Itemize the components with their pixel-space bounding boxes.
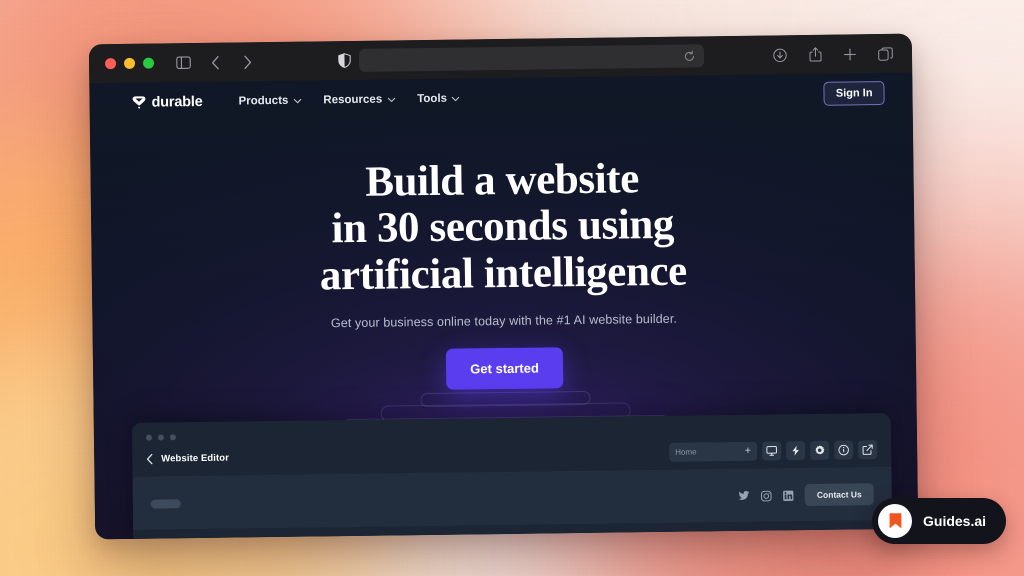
chevron-down-icon: [452, 96, 460, 101]
bookmark-icon: [878, 504, 912, 538]
hero-section: Build a website in 30 seconds using arti…: [90, 113, 917, 414]
tab-overview-icon[interactable]: [874, 42, 896, 64]
info-icon[interactable]: [834, 439, 854, 460]
hero-headline-line-1: Build a website: [365, 155, 640, 206]
address-bar-area: [286, 44, 755, 73]
reader-shield-icon[interactable]: [337, 53, 351, 68]
nav-item-resources[interactable]: Resources: [323, 93, 395, 106]
lightning-icon[interactable]: [786, 440, 806, 460]
nav-item-products-label: Products: [238, 94, 289, 108]
traffic-lights: [104, 57, 155, 70]
brand-name: durable: [151, 93, 203, 111]
chrome-navigation: [204, 51, 258, 74]
nav-links: Products Resources Tools: [238, 92, 460, 108]
browser-window: durable Products Resources Tools Sign In…: [88, 33, 919, 540]
editor-preview-footer: Contact Us: [132, 467, 893, 530]
share-icon[interactable]: [804, 43, 826, 65]
get-started-button[interactable]: Get started: [445, 347, 564, 391]
address-input[interactable]: [358, 44, 704, 72]
editor-dot: [169, 434, 176, 441]
chrome-left-icons: [172, 52, 194, 74]
website-editor-panel: Website Editor Home + Contact Us: [131, 412, 893, 540]
nav-item-tools[interactable]: Tools: [417, 92, 460, 106]
editor-dot: [157, 434, 164, 441]
brand-logo[interactable]: durable: [131, 93, 203, 111]
reload-icon[interactable]: [683, 50, 694, 62]
minimize-button[interactable]: [123, 57, 136, 69]
gear-icon[interactable]: [810, 440, 830, 460]
website-content: durable Products Resources Tools Sign In…: [89, 72, 919, 540]
nav-item-tools-label: Tools: [417, 92, 448, 106]
chevron-right-icon[interactable]: [236, 51, 258, 73]
page-select[interactable]: Home +: [669, 441, 758, 462]
chevron-left-icon: [146, 453, 153, 464]
hero-headline-line-2: in 30 seconds using: [331, 201, 675, 253]
contact-us-button[interactable]: Contact Us: [804, 483, 874, 507]
editor-dot: [145, 434, 152, 441]
editor-back-button[interactable]: Website Editor: [146, 452, 229, 464]
maximize-button[interactable]: [142, 57, 155, 69]
sidebar-toggle-icon[interactable]: [172, 52, 194, 74]
chevron-down-icon: [387, 97, 395, 102]
guides-ai-label: Guides.ai: [923, 513, 987, 529]
twitter-icon[interactable]: [738, 491, 750, 501]
nav-item-products[interactable]: Products: [238, 94, 302, 108]
new-tab-icon[interactable]: [839, 43, 861, 65]
hero-headline: Build a website in 30 seconds using arti…: [90, 153, 915, 303]
gem-icon: [131, 96, 146, 110]
close-button[interactable]: [104, 58, 117, 70]
guides-ai-badge[interactable]: Guides.ai: [872, 498, 1007, 544]
hero-headline-line-3: artificial intelligence: [319, 247, 688, 300]
chrome-right-icons: [769, 42, 896, 66]
editor-tool-group: Home +: [669, 439, 878, 462]
browser-frame: durable Products Resources Tools Sign In…: [88, 33, 919, 540]
plus-icon[interactable]: +: [745, 444, 752, 456]
page-select-value: Home: [675, 446, 697, 457]
placeholder-pill: [150, 498, 181, 509]
instagram-icon[interactable]: [761, 490, 772, 501]
external-link-icon[interactable]: [858, 439, 878, 459]
editor-title: Website Editor: [161, 452, 230, 464]
linkedin-icon[interactable]: [783, 490, 794, 501]
chevron-left-icon[interactable]: [204, 51, 226, 73]
desktop-preview-icon[interactable]: [762, 440, 782, 461]
address-value: [368, 56, 684, 60]
download-icon[interactable]: [769, 44, 791, 66]
editor-footer-right: Contact Us: [738, 483, 874, 507]
hero-subtitle: Get your business online today with the …: [330, 312, 678, 331]
hero-cta-area: Get started: [93, 343, 917, 414]
sign-in-button[interactable]: Sign In: [823, 80, 885, 106]
nav-item-resources-label: Resources: [323, 93, 383, 107]
chevron-down-icon: [293, 98, 302, 103]
screenshot-root: durable Products Resources Tools Sign In…: [0, 0, 1024, 576]
